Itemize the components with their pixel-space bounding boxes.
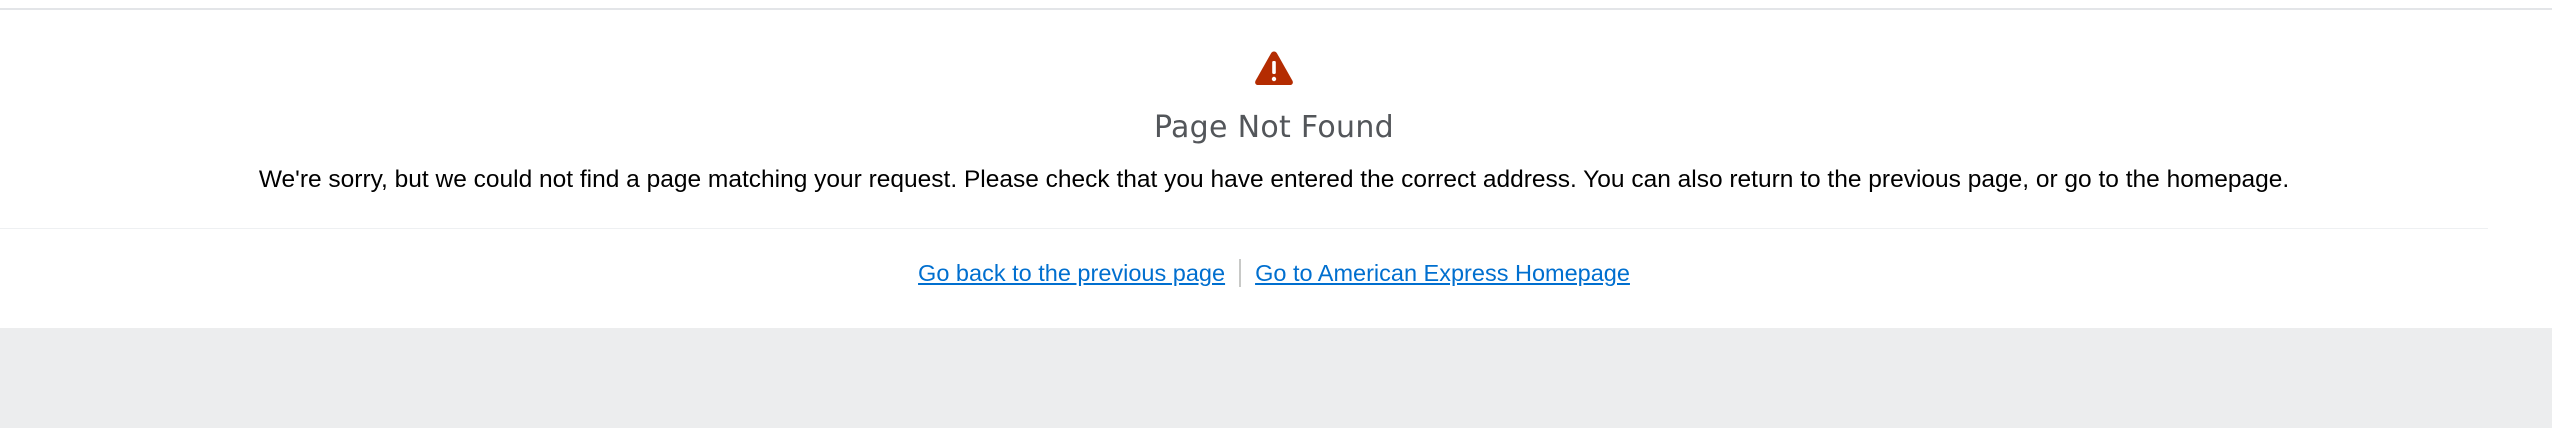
- page-title: Page Not Found: [1153, 110, 1395, 145]
- error-panel: Page Not Found We're sorry, but we could…: [0, 10, 2552, 328]
- back-to-previous-page-link[interactable]: Go back to the previous page: [918, 256, 1225, 290]
- divider: [0, 228, 2488, 229]
- amex-homepage-link[interactable]: Go to American Express Homepage: [1255, 256, 1630, 290]
- error-message: We're sorry, but we could not find a pag…: [258, 166, 2290, 193]
- navigation-links: Go back to the previous page Go to Ameri…: [0, 256, 2548, 290]
- warning-triangle-icon: [1254, 50, 1294, 86]
- footer-band: [0, 328, 2552, 428]
- link-separator: [1239, 259, 1242, 287]
